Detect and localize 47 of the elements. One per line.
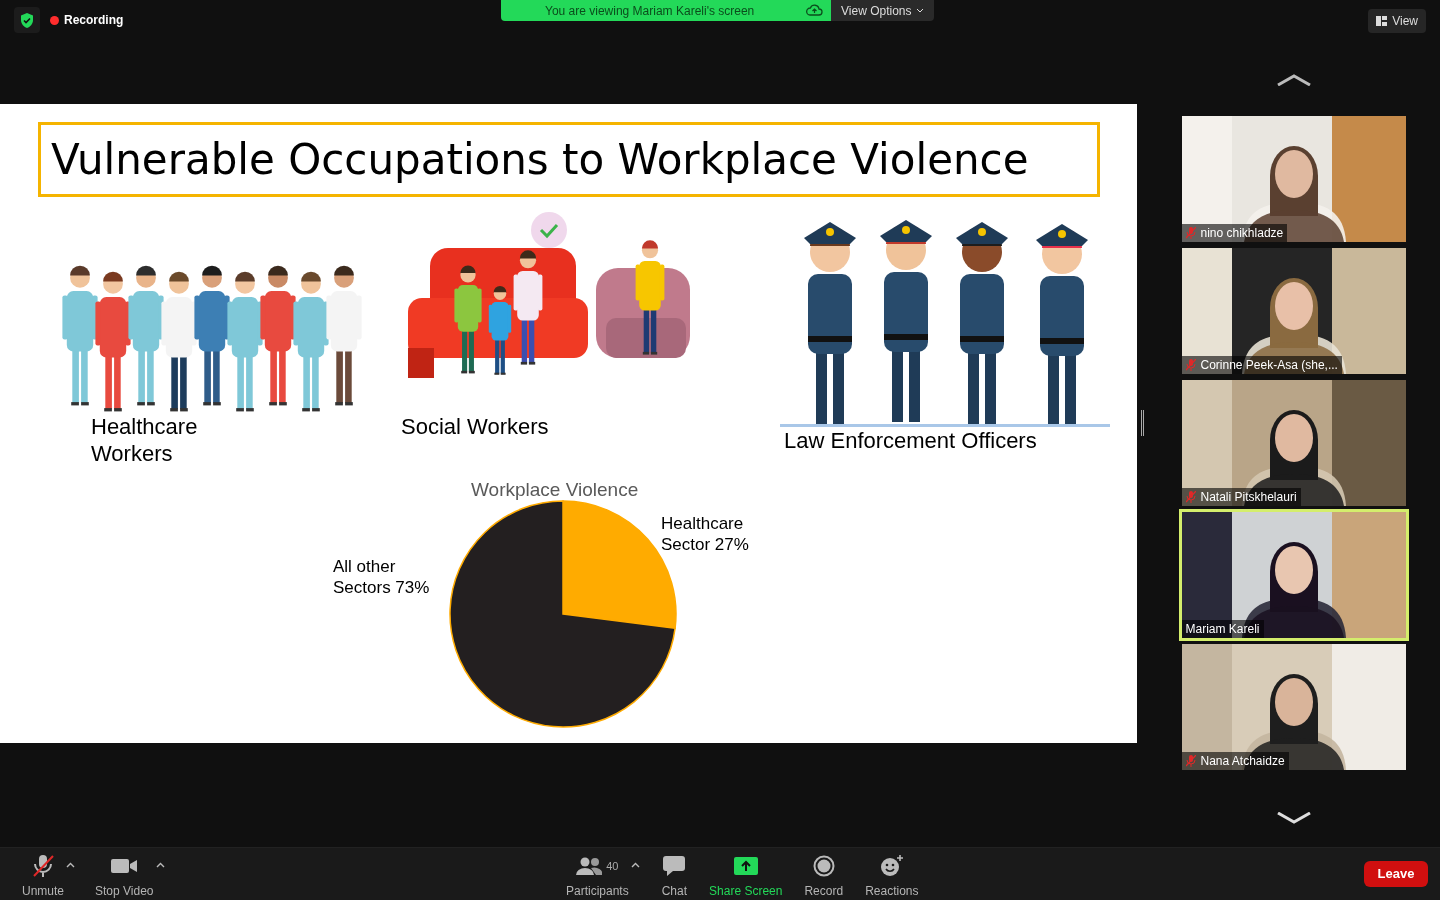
caret-icon[interactable] (630, 862, 640, 868)
participant-name-label: Mariam Kareli (1181, 620, 1264, 638)
participant-name-label: nino chikhladze (1181, 224, 1288, 242)
caret-icon[interactable] (155, 862, 165, 868)
record-icon (812, 855, 835, 877)
participant-name-label: Natali Pitskhelauri (1181, 488, 1301, 506)
view-button[interactable]: View (1368, 9, 1426, 33)
video-tile[interactable]: Mariam Kareli (1181, 512, 1406, 638)
share-screen-icon (733, 857, 758, 875)
scroll-down-icon[interactable] (1275, 812, 1312, 824)
toolbar-button[interactable]: 40 Participants (566, 854, 629, 900)
grid-view-icon (1376, 16, 1388, 26)
toolbar-button[interactable]: Reactions (865, 854, 919, 900)
view-options-button[interactable]: View Options (831, 0, 935, 21)
toolbar-button[interactable]: Record (804, 854, 844, 900)
screen-share-banner: You are viewing Mariam Kareli's screen (501, 0, 831, 21)
caret-icon (916, 8, 925, 13)
slice-label: All other Sectors 73% (333, 556, 431, 598)
people-icon (576, 857, 603, 875)
occupation-label: Healthcare Workers (91, 413, 199, 467)
video-tile[interactable]: Nana Atchaidze (1181, 644, 1406, 770)
toolbar-button[interactable]: Share Screen (709, 854, 783, 900)
muted-mic-icon (31, 854, 55, 878)
slide-title: Vulnerable Occupations to Workplace Violence (51, 138, 1029, 181)
leave-button[interactable]: Leave (1364, 861, 1428, 887)
video-tile[interactable]: nino chikhladze (1181, 116, 1406, 242)
participant-name-label: Corinne Peek-Asa (she,... (1181, 356, 1342, 374)
chart-title: Workplace Violence (471, 478, 639, 502)
smiley-plus-icon (879, 855, 904, 877)
occupation-label: Law Enforcement Officers (784, 427, 1038, 454)
shield-icon (20, 12, 34, 28)
slice-label: Healthcare Sector 27% (661, 513, 750, 555)
toolbar-button[interactable]: Unmute (22, 854, 65, 900)
toolbar-button[interactable]: Chat (661, 854, 688, 900)
video-camera-icon (111, 858, 138, 874)
recording-label: Recording (64, 12, 124, 29)
video-tile[interactable]: Corinne Peek-Asa (she,... (1181, 248, 1406, 374)
video-tile[interactable]: Natali Pitskhelauri (1181, 380, 1406, 506)
chat-bubble-icon (663, 856, 686, 876)
caret-icon[interactable] (66, 862, 76, 868)
scroll-up-icon[interactable] (1275, 74, 1312, 86)
resize-handle[interactable] (1140, 410, 1144, 436)
participant-name-label: Nana Atchaidze (1181, 752, 1289, 770)
security-badge[interactable] (14, 7, 40, 33)
cloud-icon (806, 3, 823, 17)
toolbar-button[interactable]: Stop Video (95, 854, 154, 900)
occupation-label: Social Workers (401, 413, 550, 440)
